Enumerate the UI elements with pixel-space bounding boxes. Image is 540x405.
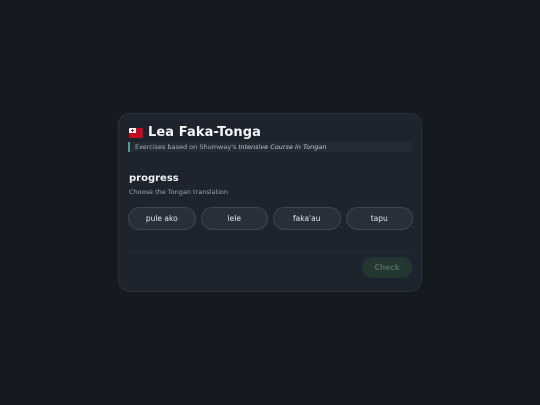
- instruction: Choose the Tongan translation: [129, 188, 229, 196]
- header: Lea Faka-Tonga: [129, 125, 261, 140]
- subtitle: Exercises based on Shumway's Intensive C…: [128, 142, 412, 152]
- tonga-flag-icon: [129, 127, 143, 138]
- exercise-card: Lea Faka-Tonga Exercises based on Shumwa…: [118, 113, 422, 292]
- prompt-word: progress: [129, 173, 179, 184]
- option-button-pule-ako[interactable]: pule ako: [128, 207, 196, 230]
- check-button[interactable]: Check: [362, 257, 412, 278]
- answer-options: pule ako lele faka'au tapu: [128, 207, 413, 230]
- subtitle-book-title: Intensive Course in Tongan: [238, 143, 327, 151]
- subtitle-prefix: Exercises based on Shumway's: [135, 143, 239, 151]
- option-button-fakaau[interactable]: faka'au: [273, 207, 341, 230]
- option-button-tapu[interactable]: tapu: [345, 207, 413, 230]
- option-button-lele[interactable]: lele: [200, 207, 268, 230]
- divider: [129, 251, 413, 252]
- app-title: Lea Faka-Tonga: [148, 125, 261, 140]
